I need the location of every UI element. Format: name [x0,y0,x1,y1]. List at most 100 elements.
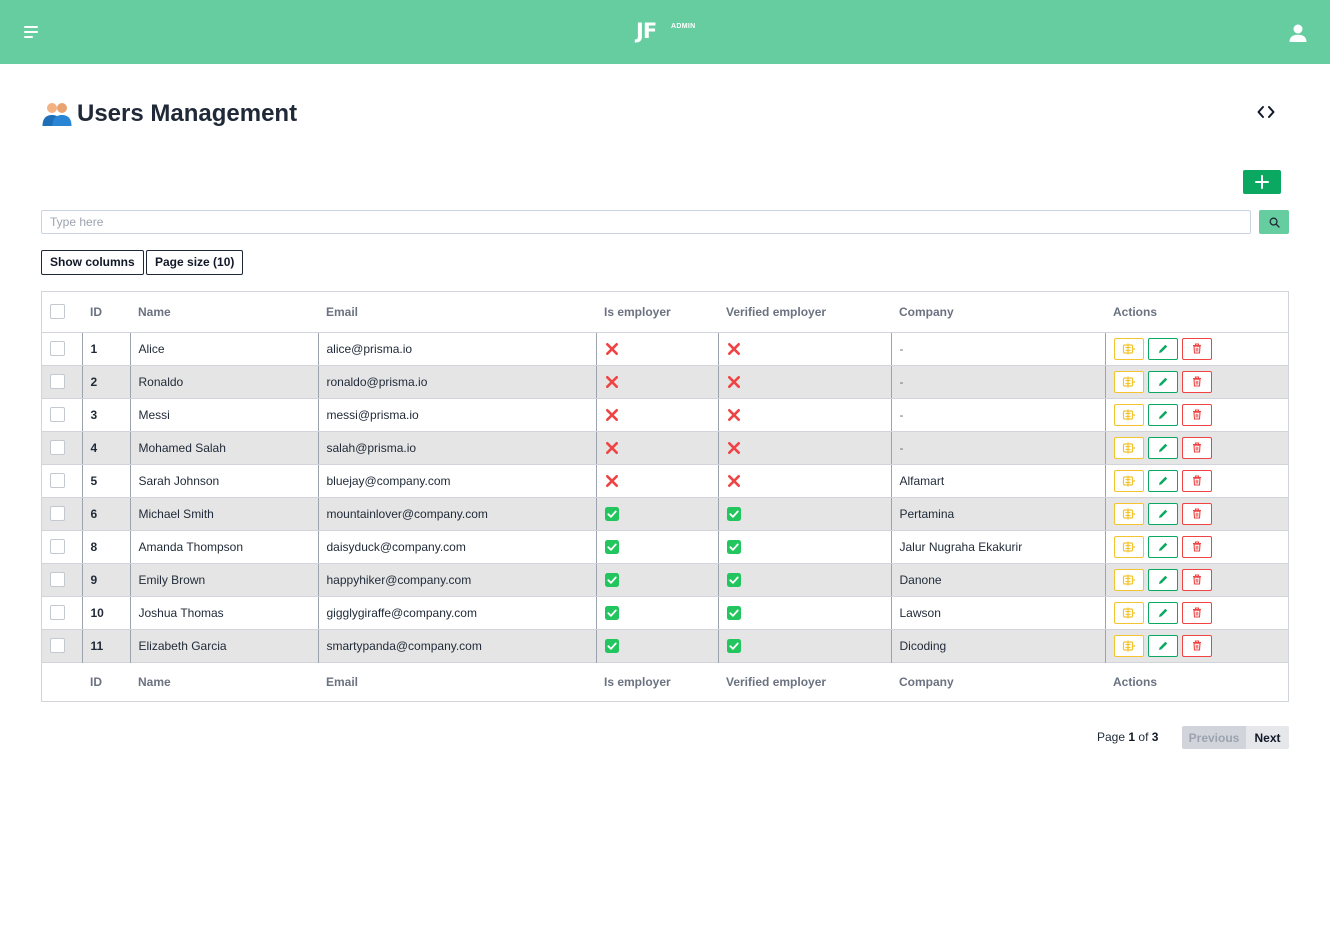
row-checkbox[interactable] [50,572,65,588]
delete-button[interactable] [1181,436,1212,459]
search-button[interactable] [1259,210,1289,234]
edit-button[interactable] [1147,634,1178,657]
view-button[interactable] [1113,469,1144,492]
page-header: Users Management [41,98,297,130]
user-icon[interactable] [1287,22,1309,44]
edit-icon [1157,640,1169,652]
table-row: 11 Elizabeth Garcia smartypanda@company.co… [42,629,1288,662]
view-button[interactable] [1113,634,1144,657]
delete-button[interactable] [1181,370,1212,393]
row-select-cell [42,464,83,498]
row-select-cell [42,365,83,399]
edit-button[interactable] [1147,436,1178,459]
show-columns-button[interactable]: Show columns [41,250,144,275]
edit-button[interactable] [1147,337,1178,360]
cell-email: gigglygiraffe@company.com [318,596,597,630]
row-actions [1113,337,1281,360]
delete-button[interactable] [1181,535,1212,558]
row-actions [1113,370,1281,393]
next-button[interactable]: Next [1246,726,1289,749]
select-all-cell [42,292,82,333]
table-row: 8 Amanda Thompson daisyduck@company.com Jal… [42,530,1288,564]
app-logo[interactable]: JF ADMIN [636,19,695,45]
page-title: Users Management [77,100,298,127]
cell-email: alice@prisma.io [318,332,597,366]
row-checkbox[interactable] [50,473,65,489]
delete-button[interactable] [1181,634,1212,657]
edit-button[interactable] [1147,403,1178,426]
row-actions [1113,634,1281,657]
row-checkbox[interactable] [50,341,65,357]
view-button[interactable] [1113,436,1144,459]
edit-button[interactable] [1147,502,1178,525]
edit-icon [1157,574,1169,586]
delete-button[interactable] [1181,337,1212,360]
view-button[interactable] [1113,502,1144,525]
row-actions [1113,535,1281,558]
code-icon[interactable] [1254,100,1278,124]
cell-id: 3 [82,398,131,432]
cell-email: happyhiker@company.com [318,563,597,597]
view-button[interactable] [1113,601,1144,624]
delete-button[interactable] [1181,601,1212,624]
cell-company: - [891,332,1106,366]
cell-is-employer [596,563,719,597]
edit-button[interactable] [1147,535,1178,558]
table-row: 9 Emily Brown happyhiker@company.com Danone [42,563,1288,597]
column-header-verified-employer[interactable]: Verified employer [718,292,891,333]
cell-id: 9 [82,563,131,597]
cell-id: 6 [82,497,131,531]
view-button[interactable] [1113,535,1144,558]
page-size-button[interactable]: Page size (10) [146,250,244,275]
cell-company: Alfamart [891,464,1106,498]
column-header-email[interactable]: Email [318,292,596,333]
edit-button[interactable] [1147,568,1178,591]
check-mark-icon [726,506,741,521]
row-actions [1113,403,1281,426]
cell-actions [1105,596,1288,630]
row-checkbox[interactable] [50,539,65,555]
plus-icon [1255,175,1269,189]
column-header-is-employer[interactable]: Is employer [596,292,718,333]
view-button[interactable] [1113,403,1144,426]
previous-button[interactable]: Previous [1182,726,1246,749]
cell-id: 8 [82,530,131,564]
delete-button[interactable] [1181,469,1212,492]
row-checkbox[interactable] [50,605,65,621]
cell-email: daisyduck@company.com [318,530,597,564]
cell-is-employer [596,530,719,564]
select-all-checkbox[interactable] [50,304,65,320]
row-checkbox[interactable] [50,440,65,456]
edit-button[interactable] [1147,469,1178,492]
view-button[interactable] [1113,337,1144,360]
delete-button[interactable] [1181,502,1212,525]
search-input[interactable] [41,210,1251,234]
cell-verified-employer [718,431,892,465]
cross-mark-icon [605,474,618,487]
add-user-button[interactable] [1243,170,1281,194]
view-button[interactable] [1113,568,1144,591]
column-header-company[interactable]: Company [891,292,1105,333]
column-header-id[interactable]: ID [82,292,130,333]
row-select-cell [42,563,83,597]
check-mark-icon [604,605,619,620]
row-checkbox[interactable] [50,638,65,654]
edit-button[interactable] [1147,601,1178,624]
edit-button[interactable] [1147,370,1178,393]
cell-actions [1105,563,1288,597]
row-checkbox[interactable] [50,506,65,522]
cross-mark-icon [605,441,618,454]
cell-actions [1105,398,1288,432]
delete-button[interactable] [1181,568,1212,591]
view-icon [1122,475,1136,487]
view-icon [1122,574,1136,586]
edit-icon [1157,442,1169,454]
cell-name: Messi [130,398,319,432]
hamburger-icon[interactable] [22,22,42,42]
cell-id: 4 [82,431,131,465]
view-button[interactable] [1113,370,1144,393]
row-checkbox[interactable] [50,374,65,390]
delete-button[interactable] [1181,403,1212,426]
column-header-name[interactable]: Name [130,292,318,333]
row-checkbox[interactable] [50,407,65,423]
